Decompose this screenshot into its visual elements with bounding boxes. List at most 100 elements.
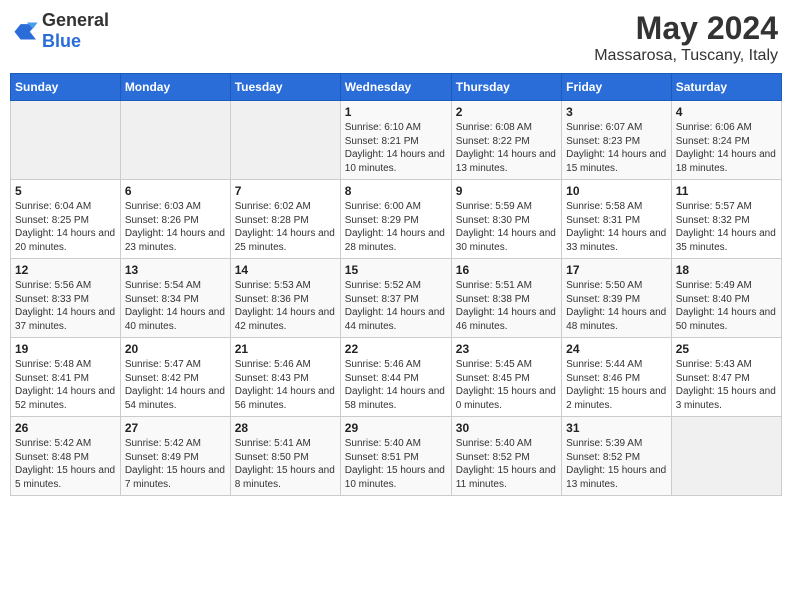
day-info: Sunrise: 5:57 AM Sunset: 8:32 PM Dayligh… [676, 200, 777, 254]
calendar-cell: 2Sunrise: 6:08 AM Sunset: 8:22 PM Daylig… [451, 101, 561, 180]
day-info: Sunrise: 6:04 AM Sunset: 8:25 PM Dayligh… [15, 200, 116, 254]
logo-text: General Blue [42, 10, 109, 52]
calendar-cell: 28Sunrise: 5:41 AM Sunset: 8:50 PM Dayli… [230, 417, 340, 496]
day-info: Sunrise: 6:06 AM Sunset: 8:24 PM Dayligh… [676, 121, 777, 175]
day-number: 30 [456, 421, 557, 435]
day-info: Sunrise: 5:49 AM Sunset: 8:40 PM Dayligh… [676, 279, 777, 333]
day-number: 14 [235, 263, 336, 277]
day-info: Sunrise: 5:58 AM Sunset: 8:31 PM Dayligh… [566, 200, 667, 254]
calendar-cell: 16Sunrise: 5:51 AM Sunset: 8:38 PM Dayli… [451, 259, 561, 338]
calendar-cell: 31 Sunrise: 5:39 AM Sunset: 8:52 PM Dayli… [562, 417, 672, 496]
day-number: 20 [125, 342, 226, 356]
day-info: Sunrise: 5:40 AM Sunset: 8:52 PM Dayligh… [456, 437, 557, 491]
day-number: 4 [676, 105, 777, 119]
calendar-cell: 15 Sunrise: 5:52 AM Sunset: 8:37 PM Dayli… [340, 259, 451, 338]
day-info: Sunrise: 5:45 AM Sunset: 8:45 PM Dayligh… [456, 358, 557, 412]
day-info: Sunrise: 6:00 AM Sunset: 8:29 PM Dayligh… [345, 200, 447, 254]
day-info: Sunrise: 5:50 AM Sunset: 8:39 PM Dayligh… [566, 279, 667, 333]
day-info: Sunrise: 5:42 AM Sunset: 8:49 PM Dayligh… [125, 437, 226, 491]
calendar-table: SundayMondayTuesdayWednesdayThursdayFrid… [10, 73, 782, 496]
day-number: 1 [345, 105, 447, 119]
calendar-cell [120, 101, 230, 180]
month-title: May 2024 [594, 10, 778, 47]
calendar-cell: 8 Sunrise: 6:00 AM Sunset: 8:29 PM Daylig… [340, 180, 451, 259]
calendar-body: 1 Sunrise: 6:10 AM Sunset: 8:21 PM Daylig… [11, 101, 782, 496]
calendar-week-row: 19Sunrise: 5:48 AM Sunset: 8:41 PM Dayli… [11, 338, 782, 417]
weekday-header: Tuesday [230, 74, 340, 101]
calendar-header: SundayMondayTuesdayWednesdayThursdayFrid… [11, 74, 782, 101]
location-title: Massarosa, Tuscany, Italy [594, 47, 778, 65]
day-info: Sunrise: 6:07 AM Sunset: 8:23 PM Dayligh… [566, 121, 667, 175]
calendar-cell: 7Sunrise: 6:02 AM Sunset: 8:28 PM Daylig… [230, 180, 340, 259]
logo-icon [14, 21, 38, 41]
day-number: 12 [15, 263, 116, 277]
weekday-header: Saturday [671, 74, 781, 101]
calendar-week-row: 12 Sunrise: 5:56 AM Sunset: 8:33 PM Dayli… [11, 259, 782, 338]
day-info: Sunrise: 5:53 AM Sunset: 8:36 PM Dayligh… [235, 279, 336, 333]
calendar-week-row: 26Sunrise: 5:42 AM Sunset: 8:48 PM Dayli… [11, 417, 782, 496]
day-number: 8 [345, 184, 447, 198]
day-number: 25 [676, 342, 777, 356]
day-info: Sunrise: 5:39 AM Sunset: 8:52 PM Dayligh… [566, 437, 667, 491]
day-number: 5 [15, 184, 116, 198]
calendar-cell: 25 Sunrise: 5:43 AM Sunset: 8:47 PM Dayli… [671, 338, 781, 417]
day-number: 13 [125, 263, 226, 277]
day-number: 29 [345, 421, 447, 435]
weekday-header: Wednesday [340, 74, 451, 101]
day-info: Sunrise: 6:03 AM Sunset: 8:26 PM Dayligh… [125, 200, 226, 254]
calendar-cell: 24Sunrise: 5:44 AM Sunset: 8:46 PM Dayli… [562, 338, 672, 417]
title-block: May 2024 Massarosa, Tuscany, Italy [594, 10, 778, 65]
calendar-cell: 1 Sunrise: 6:10 AM Sunset: 8:21 PM Daylig… [340, 101, 451, 180]
day-number: 21 [235, 342, 336, 356]
page-header: General Blue May 2024 Massarosa, Tuscany… [10, 10, 782, 65]
day-info: Sunrise: 5:59 AM Sunset: 8:30 PM Dayligh… [456, 200, 557, 254]
calendar-cell: 29 Sunrise: 5:40 AM Sunset: 8:51 PM Dayli… [340, 417, 451, 496]
day-number: 10 [566, 184, 667, 198]
day-number: 23 [456, 342, 557, 356]
calendar-cell: 27 Sunrise: 5:42 AM Sunset: 8:49 PM Dayli… [120, 417, 230, 496]
calendar-cell: 22 Sunrise: 5:46 AM Sunset: 8:44 PM Dayli… [340, 338, 451, 417]
calendar-cell: 12 Sunrise: 5:56 AM Sunset: 8:33 PM Dayli… [11, 259, 121, 338]
day-number: 28 [235, 421, 336, 435]
day-number: 31 [566, 421, 667, 435]
calendar-cell: 17 Sunrise: 5:50 AM Sunset: 8:39 PM Dayli… [562, 259, 672, 338]
calendar-cell: 30 Sunrise: 5:40 AM Sunset: 8:52 PM Dayli… [451, 417, 561, 496]
weekday-header: Thursday [451, 74, 561, 101]
day-number: 16 [456, 263, 557, 277]
day-number: 15 [345, 263, 447, 277]
calendar-cell: 23 Sunrise: 5:45 AM Sunset: 8:45 PM Dayli… [451, 338, 561, 417]
logo: General Blue [14, 10, 109, 52]
day-info: Sunrise: 5:46 AM Sunset: 8:43 PM Dayligh… [235, 358, 336, 412]
day-info: Sunrise: 5:46 AM Sunset: 8:44 PM Dayligh… [345, 358, 447, 412]
day-number: 27 [125, 421, 226, 435]
day-info: Sunrise: 5:44 AM Sunset: 8:46 PM Dayligh… [566, 358, 667, 412]
calendar-cell [671, 417, 781, 496]
day-number: 22 [345, 342, 447, 356]
day-info: Sunrise: 5:56 AM Sunset: 8:33 PM Dayligh… [15, 279, 116, 333]
calendar-cell: 18Sunrise: 5:49 AM Sunset: 8:40 PM Dayli… [671, 259, 781, 338]
logo-general: General [42, 10, 109, 30]
day-number: 19 [15, 342, 116, 356]
day-info: Sunrise: 6:10 AM Sunset: 8:21 PM Dayligh… [345, 121, 447, 175]
weekday-row: SundayMondayTuesdayWednesdayThursdayFrid… [11, 74, 782, 101]
day-number: 3 [566, 105, 667, 119]
day-info: Sunrise: 5:47 AM Sunset: 8:42 PM Dayligh… [125, 358, 226, 412]
calendar-cell: 26Sunrise: 5:42 AM Sunset: 8:48 PM Dayli… [11, 417, 121, 496]
calendar-cell: 13Sunrise: 5:54 AM Sunset: 8:34 PM Dayli… [120, 259, 230, 338]
day-number: 17 [566, 263, 667, 277]
day-number: 7 [235, 184, 336, 198]
weekday-header: Monday [120, 74, 230, 101]
calendar-cell: 19Sunrise: 5:48 AM Sunset: 8:41 PM Dayli… [11, 338, 121, 417]
day-number: 2 [456, 105, 557, 119]
day-number: 26 [15, 421, 116, 435]
calendar-cell: 6Sunrise: 6:03 AM Sunset: 8:26 PM Daylig… [120, 180, 230, 259]
day-info: Sunrise: 5:43 AM Sunset: 8:47 PM Dayligh… [676, 358, 777, 412]
calendar-cell [230, 101, 340, 180]
calendar-cell: 9Sunrise: 5:59 AM Sunset: 8:30 PM Daylig… [451, 180, 561, 259]
day-number: 11 [676, 184, 777, 198]
calendar-cell: 11 Sunrise: 5:57 AM Sunset: 8:32 PM Dayli… [671, 180, 781, 259]
weekday-header: Sunday [11, 74, 121, 101]
calendar-week-row: 5 Sunrise: 6:04 AM Sunset: 8:25 PM Daylig… [11, 180, 782, 259]
day-info: Sunrise: 5:52 AM Sunset: 8:37 PM Dayligh… [345, 279, 447, 333]
day-info: Sunrise: 5:40 AM Sunset: 8:51 PM Dayligh… [345, 437, 447, 491]
